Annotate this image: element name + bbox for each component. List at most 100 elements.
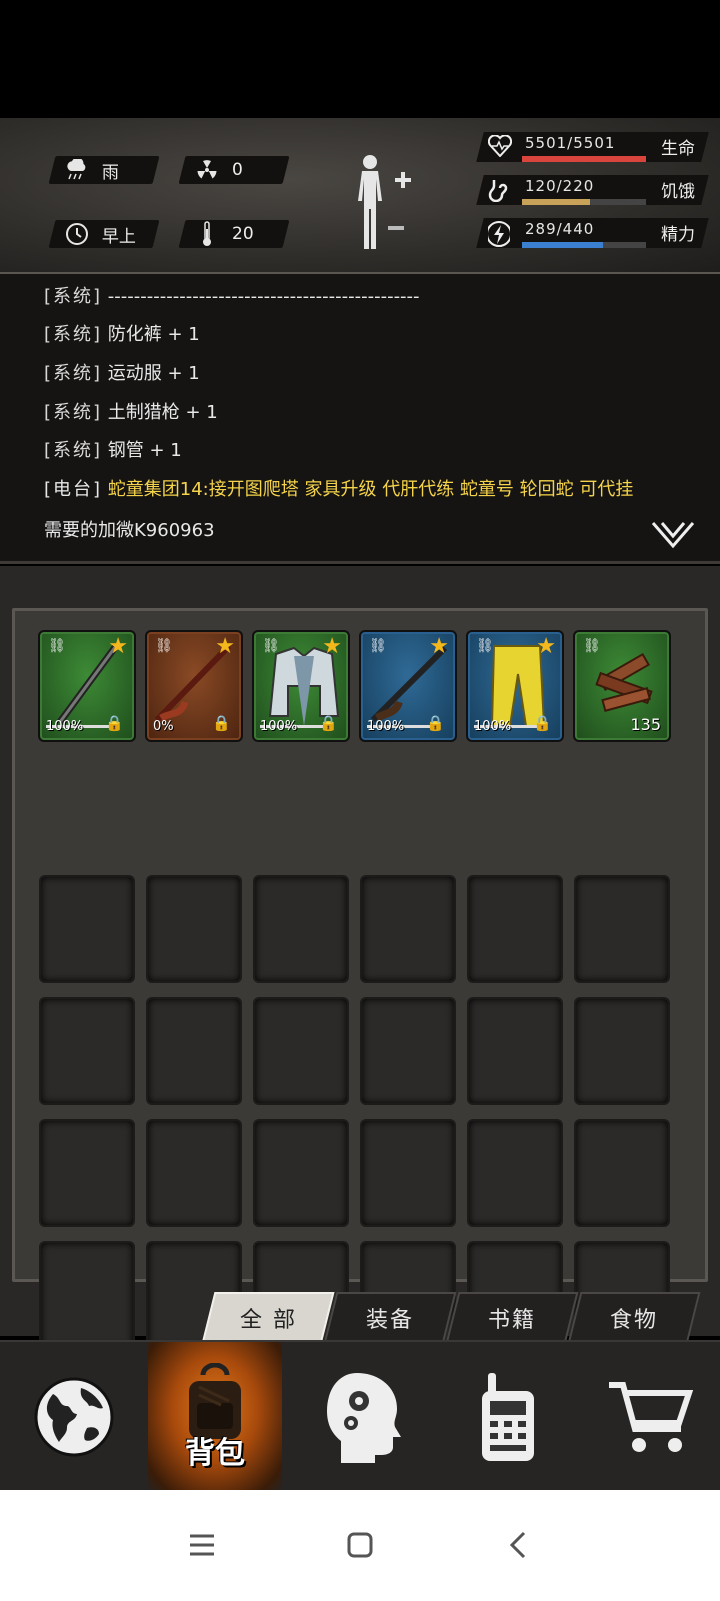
inventory-slot[interactable] [574, 875, 670, 983]
menu-icon [190, 1534, 214, 1556]
inventory-item-wood[interactable]: ⛓ 135 [573, 630, 671, 742]
inventory-item-homemade-shotgun-red[interactable]: ⛓ ★ 0% 🔒 [145, 630, 243, 742]
hunger-bar [522, 199, 646, 205]
tab-books[interactable]: 书籍 [445, 1292, 579, 1344]
heart-icon [487, 134, 513, 159]
nav-skills[interactable] [294, 1342, 434, 1492]
inventory-slot[interactable] [253, 875, 349, 983]
lock-icon: 🔒 [105, 714, 124, 732]
health-value: 5501/5501 [525, 134, 616, 152]
back-icon [509, 1531, 526, 1559]
inventory-slot[interactable] [467, 1119, 563, 1227]
inventory-slot[interactable] [39, 875, 135, 983]
cart-icon [609, 1382, 693, 1452]
double-chevron-down-icon [651, 522, 695, 549]
nav-backpack-label: 背包 [185, 1436, 245, 1471]
nav-radio[interactable] [438, 1342, 578, 1492]
weather-pill: 雨 [48, 156, 160, 184]
link-icon: ⛓ [369, 638, 387, 654]
inventory-slot[interactable] [467, 997, 563, 1105]
energy-value: 289/440 [525, 220, 595, 238]
inventory-item-sports-jacket[interactable]: ⛓ ★ 100% 🔒 [252, 630, 350, 742]
log-line: [系统] 运动服 + 1 [44, 363, 200, 384]
link-icon: ⛓ [476, 638, 494, 654]
energy-label: 精力 [661, 225, 695, 245]
star-icon: ★ [108, 634, 128, 659]
time-label: 早上 [102, 226, 136, 247]
rain-icon [62, 158, 92, 182]
top-bar [0, 0, 720, 118]
item-count: 135 [630, 715, 661, 734]
durability-text: 100% [260, 719, 298, 734]
health-label: 生命 [661, 139, 695, 159]
inventory-slot[interactable] [574, 997, 670, 1105]
time-pill: 早上 [48, 220, 160, 248]
stomach-icon [488, 178, 512, 203]
nav-backpack[interactable]: 背包 [148, 1342, 282, 1492]
inventory-slot[interactable] [360, 997, 456, 1105]
nav-shop[interactable] [580, 1342, 720, 1492]
tab-food[interactable]: 食物 [567, 1292, 701, 1344]
hunger-label: 饥饿 [661, 182, 695, 202]
inventory-slot[interactable] [360, 875, 456, 983]
inventory-slot[interactable] [39, 997, 135, 1105]
walkie-talkie-icon [482, 1373, 534, 1461]
log-line: [系统] 土制猎枪 + 1 [44, 402, 218, 423]
weather-label: 雨 [102, 162, 119, 183]
home-icon [347, 1532, 373, 1558]
inventory-slot[interactable] [467, 875, 563, 983]
inventory-item-steel-pipe[interactable]: ⛓ ★ 100% 🔒 [38, 630, 136, 742]
inventory-item-hazmat-pants[interactable]: ⛓ ★ 100% 🔒 [466, 630, 564, 742]
radiation-value: 0 [232, 160, 243, 180]
link-icon: ⛓ [262, 638, 280, 654]
tab-all[interactable]: 全 部 [201, 1292, 335, 1344]
log-line: [系统] -----------------------------------… [44, 286, 420, 307]
star-icon: ★ [429, 634, 449, 659]
thermometer-icon [192, 221, 222, 246]
lock-icon: 🔒 [426, 714, 445, 732]
hunger-value: 120/220 [525, 177, 595, 195]
star-icon: ★ [322, 634, 342, 659]
log-line: [系统] 钢管 + 1 [44, 440, 182, 461]
inventory-slot[interactable] [253, 997, 349, 1105]
lock-icon: 🔒 [212, 714, 231, 732]
radiation-pill: 0 [178, 156, 290, 184]
clock-icon [62, 222, 92, 246]
inventory-slot[interactable] [253, 1119, 349, 1227]
body-silhouette-icon [358, 155, 411, 249]
log-line: [系统] 防化裤 + 1 [44, 324, 200, 345]
health-stat: 5501/5501 生命 [476, 126, 709, 164]
log-line-radio: [电台] 蛇童集团14:接开图爬塔 家具升级 代肝代练 蛇童号 轮回蛇 可代挂 [44, 479, 634, 500]
nav-world[interactable] [4, 1342, 144, 1492]
tab-equipment[interactable]: 装备 [323, 1292, 457, 1344]
home-button[interactable] [330, 1520, 390, 1570]
star-icon: ★ [536, 634, 556, 659]
inventory-item-homemade-shotgun[interactable]: ⛓ ★ 100% 🔒 [359, 630, 457, 742]
log-line-continuation: 需要的加微K960963 [44, 520, 215, 541]
inventory-slot[interactable] [574, 1119, 670, 1227]
star-icon: ★ [215, 634, 235, 659]
link-icon: ⛓ [48, 638, 66, 654]
durability-text: 0% [153, 719, 174, 734]
status-panel: 雨 0 早上 20 5501/5501 生命 120/220 饥饿 289/44… [0, 118, 720, 274]
durability-text: 100% [46, 719, 84, 734]
inventory-slot[interactable] [146, 997, 242, 1105]
inventory-slot[interactable] [146, 1119, 242, 1227]
inventory-slot[interactable] [39, 1119, 135, 1227]
radiation-icon [192, 158, 222, 182]
character-body-button[interactable] [350, 150, 440, 250]
bottom-nav: 背包 [0, 1340, 720, 1492]
hunger-stat: 120/220 饥饿 [476, 169, 709, 207]
expand-log-button[interactable] [650, 520, 696, 550]
menu-button[interactable] [172, 1520, 232, 1570]
inventory-grid: ⛓ ★ 100% 🔒 ⛓ ★ 0% 🔒 ⛓ ★ 100% 🔒 ⛓ ★ 100% 🔒 ⛓ ★ 100% 🔒 ⛓ 135 [12, 608, 708, 1349]
temperature-pill: 20 [178, 220, 290, 248]
inventory-slot[interactable] [146, 875, 242, 983]
inventory-slot[interactable] [360, 1119, 456, 1227]
back-button[interactable] [488, 1520, 548, 1570]
durability-text: 100% [474, 719, 512, 734]
lock-icon: 🔒 [533, 714, 552, 732]
link-icon: ⛓ [583, 638, 601, 654]
inventory-slot[interactable] [39, 1241, 135, 1349]
head-gears-icon [327, 1373, 401, 1463]
